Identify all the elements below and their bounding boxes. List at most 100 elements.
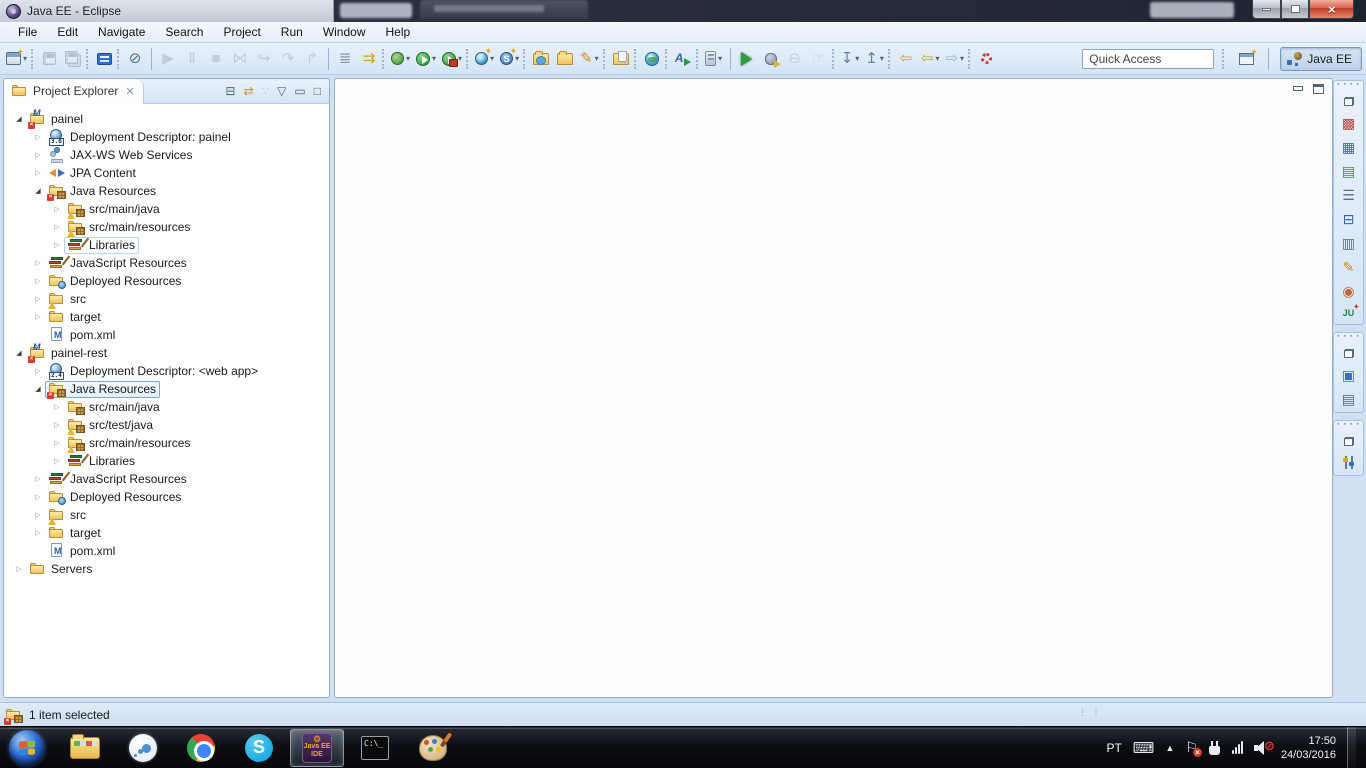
tree-item[interactable]: ◢ M × painel-rest xyxy=(4,342,329,363)
deploy-folder-button[interactable] xyxy=(610,47,632,71)
view-restore-icon[interactable] xyxy=(1343,97,1354,106)
tab-project-explorer[interactable]: Project Explorer ✕ xyxy=(4,79,144,104)
menu-run[interactable]: Run xyxy=(271,23,313,41)
save-all-button[interactable] xyxy=(62,47,84,71)
expand-arrow-icon[interactable]: ▷ xyxy=(31,295,45,303)
view-restore-icon[interactable] xyxy=(1343,437,1354,446)
expand-arrow-icon[interactable]: ▷ xyxy=(50,241,64,249)
palette-dots-icon[interactable]: ◉ xyxy=(1342,284,1354,298)
expand-arrow-icon[interactable]: ▷ xyxy=(50,439,64,447)
expand-arrow-icon[interactable]: ▷ xyxy=(31,475,45,483)
close-tab-icon[interactable]: ✕ xyxy=(125,85,134,98)
tree-item-content[interactable]: × Java Resources xyxy=(45,183,160,201)
tree-item-content[interactable]: src/main/resources xyxy=(64,435,194,453)
expand-arrow-icon[interactable]: ◢ xyxy=(31,187,45,195)
open-perspective-button[interactable] xyxy=(1235,47,1258,71)
tree-item-content[interactable]: M × painel xyxy=(26,108,87,129)
export-folder-button[interactable] xyxy=(554,47,576,71)
tree-item-content[interactable]: Libraries xyxy=(64,453,139,470)
markers-icon[interactable]: ▩ xyxy=(1342,116,1355,130)
drag-handle[interactable]: ▪ ▪ ▪ ▪ xyxy=(1337,421,1360,428)
tree-item-content[interactable]: src/main/java xyxy=(64,201,164,219)
tree-item[interactable]: Mpom.xml xyxy=(4,542,329,560)
tree-item[interactable]: ▷ JPA Content xyxy=(4,164,329,182)
run-button[interactable]: ▾ xyxy=(414,47,438,71)
tree-item-content[interactable]: src xyxy=(45,291,90,309)
perspective-javaee-button[interactable]: Java EE xyxy=(1280,46,1362,71)
tree-item[interactable]: ▷ Servers xyxy=(4,560,329,578)
tree-item[interactable]: ▷ Libraries xyxy=(4,236,329,254)
tree-item-content[interactable]: Deployed Resources xyxy=(45,489,185,506)
menu-edit[interactable]: Edit xyxy=(47,23,88,41)
minimize-button[interactable] xyxy=(1252,0,1281,19)
dropdown-arrow-icon[interactable]: ▾ xyxy=(458,54,462,63)
tree-item[interactable]: ▷ Libraries xyxy=(4,452,329,470)
new-wizard-button[interactable]: ▾ xyxy=(4,47,29,71)
next-annotation-button[interactable]: ↧ ▾ xyxy=(839,47,862,71)
action-center-flag-icon[interactable]: ⚐ xyxy=(1185,739,1202,757)
tree-item[interactable]: ◢ M × painel xyxy=(4,108,329,129)
tree-item-content[interactable]: target xyxy=(45,525,105,542)
tree-item-content[interactable]: Mpom.xml xyxy=(45,543,119,560)
tree-item-content[interactable]: src/main/resources xyxy=(64,219,194,237)
dropdown-arrow-icon[interactable]: ▾ xyxy=(432,54,436,63)
tree-item-content[interactable]: 3.0 Deployment Descriptor: painel xyxy=(45,129,235,146)
tree-item[interactable]: ▷ src/main/resources xyxy=(4,434,329,453)
expand-arrow-icon[interactable]: ▷ xyxy=(50,403,64,411)
synchronize-icon[interactable] xyxy=(1342,456,1355,469)
tree-item-content[interactable]: src/test/java xyxy=(64,417,157,435)
focus-task-icon[interactable]: ∵ xyxy=(262,85,270,97)
expand-arrow-icon[interactable]: ▷ xyxy=(31,511,45,519)
expand-arrow-icon[interactable]: ▷ xyxy=(50,223,64,231)
use-step-filters-button[interactable]: ⇉ xyxy=(358,47,380,71)
close-button[interactable]: × xyxy=(1309,0,1354,19)
open-console-button[interactable] xyxy=(93,47,115,71)
tree-item[interactable]: ▷ src xyxy=(4,506,329,525)
dropdown-arrow-icon[interactable]: ▾ xyxy=(935,54,939,63)
snippets-icon[interactable]: ✎ xyxy=(1343,260,1355,274)
tree-item-content[interactable]: M × painel-rest xyxy=(26,342,111,363)
expand-arrow-icon[interactable]: ▷ xyxy=(12,565,26,573)
expand-arrow-icon[interactable]: ▷ xyxy=(50,205,64,213)
step-over-button[interactable]: ↷ xyxy=(277,47,299,71)
skype-app[interactable]: S xyxy=(232,729,286,767)
expand-arrow-icon[interactable]: ◢ xyxy=(31,385,45,393)
tree-item-content[interactable]: 2.4 Deployment Descriptor: <web app> xyxy=(45,363,262,380)
progress-indicator-button[interactable] xyxy=(975,47,997,71)
expand-arrow-icon[interactable]: ◢ xyxy=(12,115,26,123)
tree-item[interactable]: ▷ JavaScript Resources xyxy=(4,470,329,488)
menu-search[interactable]: Search xyxy=(155,23,213,41)
tree-item-content[interactable]: Libraries xyxy=(64,236,140,254)
tree-item[interactable]: ▷ src/test/java xyxy=(4,416,329,435)
expand-arrow-icon[interactable]: ▷ xyxy=(31,493,45,501)
tree-item[interactable]: Mpom.xml xyxy=(4,326,329,344)
keyboard-icon[interactable]: ⌨ xyxy=(1133,739,1155,757)
highlighter-pen-button[interactable]: ✎ ▾ xyxy=(578,47,601,71)
tree-item[interactable]: ▷ 2.4 Deployment Descriptor: <web app> xyxy=(4,362,329,380)
tree-item-content[interactable]: JavaScript Resources xyxy=(45,471,191,488)
network-signal-icon[interactable] xyxy=(1231,741,1243,754)
servers-dropdown-button[interactable]: ▾ xyxy=(703,47,725,71)
outline-diagram-icon[interactable]: ▣ xyxy=(1342,368,1355,382)
resume-button[interactable]: ▶ xyxy=(157,47,179,71)
new-web-service-button[interactable]: ▾ xyxy=(473,46,496,71)
maximize-view-icon[interactable]: □ xyxy=(314,85,321,97)
windows-explorer-app[interactable] xyxy=(58,729,112,767)
drag-handle[interactable]: ▪ ▪ ▪ ▪ xyxy=(1337,81,1360,88)
skip-all-breakpoints-button[interactable]: ⊘ xyxy=(124,47,146,71)
minimize-view-icon[interactable]: ▭ xyxy=(294,85,305,97)
pointer-mode-button[interactable]: ☞ xyxy=(808,47,830,71)
expand-arrow-icon[interactable]: ▷ xyxy=(31,169,45,177)
tree-item[interactable]: ▷ src/main/java xyxy=(4,200,329,219)
run-coverage-button[interactable]: ▾ xyxy=(440,47,464,71)
save-button[interactable] xyxy=(38,47,60,71)
tree-item[interactable]: ▷ JavaScript Resources xyxy=(4,254,329,272)
tree-item[interactable]: ▷ target xyxy=(4,308,329,326)
previous-annotation-button[interactable]: ↥ ▾ xyxy=(863,47,886,71)
properties-icon[interactable]: ▦ xyxy=(1342,140,1355,154)
suspend-button[interactable]: Ⅱ xyxy=(181,47,203,71)
menu-window[interactable]: Window xyxy=(313,23,376,41)
link-with-editor-icon[interactable]: ⇄ xyxy=(243,85,253,97)
terminate-button[interactable]: ■ xyxy=(205,47,227,71)
dropdown-arrow-icon[interactable]: ▾ xyxy=(718,54,722,63)
